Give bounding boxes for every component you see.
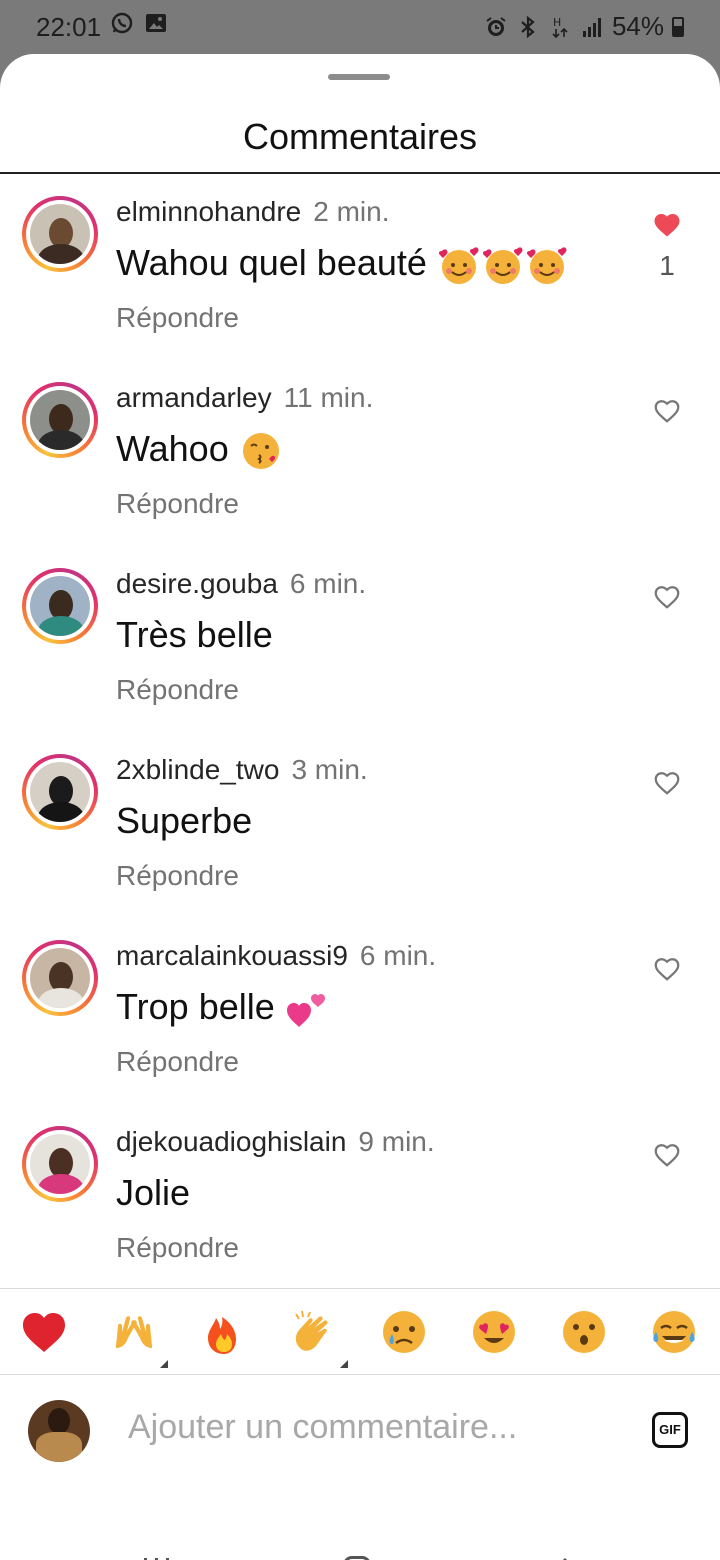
comment-username[interactable]: 2xblinde_two [116, 754, 279, 785]
comment-time: 3 min. [291, 754, 368, 785]
system-nav-bar [0, 1504, 720, 1560]
heart-filled-icon[interactable] [652, 210, 682, 238]
reply-button[interactable]: Répondre [116, 488, 239, 520]
status-time: 22:01 [36, 12, 102, 42]
gallery-icon [146, 14, 166, 32]
quick-reactions-bar [0, 1288, 720, 1374]
tears-of-joy-emoji[interactable] [650, 1308, 698, 1356]
comments-sheet: Commentaires elminnohandre 2 min. Wahou q… [0, 54, 720, 1560]
title-divider [0, 172, 720, 174]
comment-item: armandarley 11 min. Wahoo Répondre [0, 382, 720, 568]
comment-time: 6 min. [359, 940, 437, 971]
fire-emoji[interactable] [200, 1308, 248, 1356]
battery-icon [672, 16, 684, 37]
heart-outline-icon[interactable] [652, 954, 682, 982]
comment-text: Jolie [116, 1172, 191, 1213]
reply-button[interactable]: Répondre [116, 860, 239, 892]
alarm-icon [486, 16, 506, 36]
comment-time: 2 min. [313, 196, 390, 227]
home-icon[interactable] [343, 1556, 371, 1560]
raising-hands-emoji[interactable] [110, 1308, 168, 1368]
page-title: Commentaires [242, 116, 478, 157]
heart-outline-icon[interactable] [652, 582, 682, 610]
comment-username[interactable]: djekouadioghislain [116, 1126, 346, 1157]
like-count: 1 [659, 250, 675, 281]
my-avatar [28, 1400, 90, 1462]
comment-username[interactable]: desire.gouba [116, 568, 278, 599]
comment-username[interactable]: marcalainkouassi9 [116, 940, 348, 971]
avatar[interactable] [22, 568, 98, 644]
h-data-icon: H [552, 16, 568, 38]
back-icon[interactable] [548, 1556, 572, 1560]
bluetooth-icon [521, 15, 535, 38]
comment-input[interactable]: Ajouter un commentaire... [128, 1408, 517, 1447]
gif-button[interactable]: GIF [652, 1412, 688, 1448]
heart-outline-icon[interactable] [652, 1140, 682, 1168]
reply-button[interactable]: Répondre [116, 1232, 239, 1264]
comment-item: djekouadioghislain 9 min. Jolie Répondre [0, 1126, 720, 1312]
comment-input-row: Ajouter un commentaire... GIF [0, 1374, 720, 1484]
avatar[interactable] [22, 940, 98, 1016]
status-bar: 22:01 H 54% [0, 0, 720, 54]
avatar[interactable] [22, 754, 98, 830]
heart-eyes-emoji[interactable] [470, 1308, 518, 1356]
kissing-face-emoji [242, 433, 279, 470]
comment-username[interactable]: armandarley [116, 382, 272, 413]
heart-outline-icon[interactable] [652, 768, 682, 796]
comment-item: marcalainkouassi9 6 min. Trop belle Répon… [0, 940, 720, 1126]
comment-time: 9 min. [358, 1126, 435, 1157]
surprised-face-emoji[interactable] [560, 1308, 608, 1356]
comment-text: Wahou quel beauté [116, 242, 427, 283]
two-hearts-emoji [286, 994, 325, 1028]
avatar[interactable] [22, 1126, 98, 1202]
clapping-hands-emoji[interactable] [290, 1308, 348, 1368]
drag-handle[interactable] [328, 74, 390, 80]
smiling-face-hearts-emoji [438, 247, 567, 285]
comment-username[interactable]: elminnohandre [116, 196, 301, 227]
reply-button[interactable]: Répondre [116, 674, 239, 706]
comment-text: Très belle [116, 614, 273, 655]
reply-button[interactable]: Répondre [116, 1046, 239, 1078]
comment-item: elminnohandre 2 min. Wahou quel beauté Ré… [0, 196, 720, 382]
comment-item: desire.gouba 6 min. Très belle Répondre [0, 568, 720, 754]
comment-text: Trop belle [116, 986, 275, 1027]
comment-time: 11 min. [283, 382, 374, 413]
comment-item: 2xblinde_two 3 min. Superbe Répondre [0, 754, 720, 940]
whatsapp-icon [111, 12, 133, 34]
avatar[interactable] [22, 382, 98, 458]
reply-button[interactable]: Répondre [116, 302, 239, 334]
signal-icon [582, 17, 601, 37]
comment-text: Superbe [116, 800, 253, 841]
red-heart-emoji[interactable] [20, 1308, 68, 1356]
battery-percent: 54% [611, 11, 664, 41]
svg-text:H: H [553, 16, 561, 29]
comment-text: Wahoo [116, 428, 229, 469]
crying-face-emoji[interactable] [380, 1308, 428, 1356]
avatar[interactable] [22, 196, 98, 272]
comment-time: 6 min. [289, 568, 367, 599]
heart-outline-icon[interactable] [652, 396, 682, 424]
